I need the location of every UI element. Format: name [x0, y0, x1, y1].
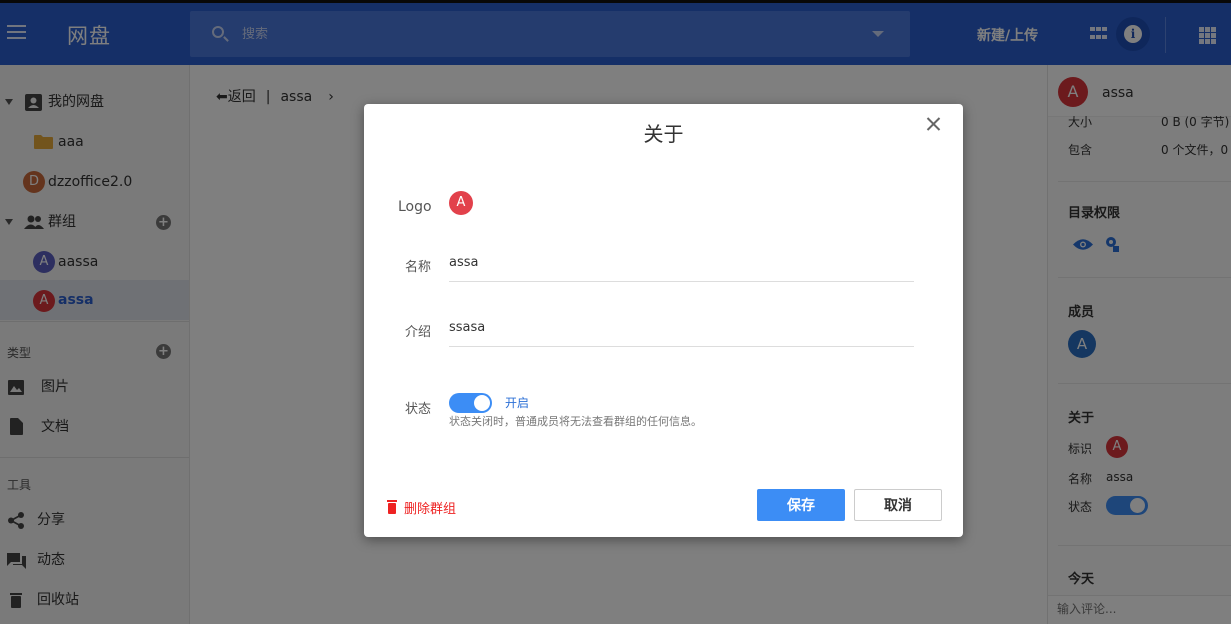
toggle-state-text: 开启: [505, 396, 530, 410]
status-label: 状态: [405, 402, 432, 417]
name-field[interactable]: assa: [449, 255, 478, 270]
delete-group-button[interactable]: 删除群组: [387, 498, 457, 517]
name-label: 名称: [405, 260, 432, 275]
close-icon[interactable]: [924, 114, 944, 134]
intro-field-underline: [449, 346, 914, 347]
toggle-knob: [474, 395, 490, 411]
cancel-button[interactable]: 取消: [854, 489, 942, 521]
status-toggle[interactable]: [449, 393, 492, 413]
intro-field[interactable]: ssasa: [449, 320, 485, 335]
intro-label: 介绍: [405, 325, 432, 340]
name-field-underline: [449, 281, 914, 282]
trash-icon: [387, 500, 397, 514]
delete-group-label: 删除群组: [404, 502, 457, 517]
about-dialog: 关于 Logo A 名称 assa 介绍 ssasa 状态 开启 状态关闭时，普…: [364, 104, 963, 537]
logo-avatar[interactable]: A: [449, 191, 473, 215]
logo-label: Logo: [398, 199, 432, 215]
dialog-title: 关于: [643, 122, 684, 146]
save-button[interactable]: 保存: [757, 489, 845, 521]
status-hint: 状态关闭时，普通成员将无法查看群组的任何信息。: [449, 415, 702, 428]
